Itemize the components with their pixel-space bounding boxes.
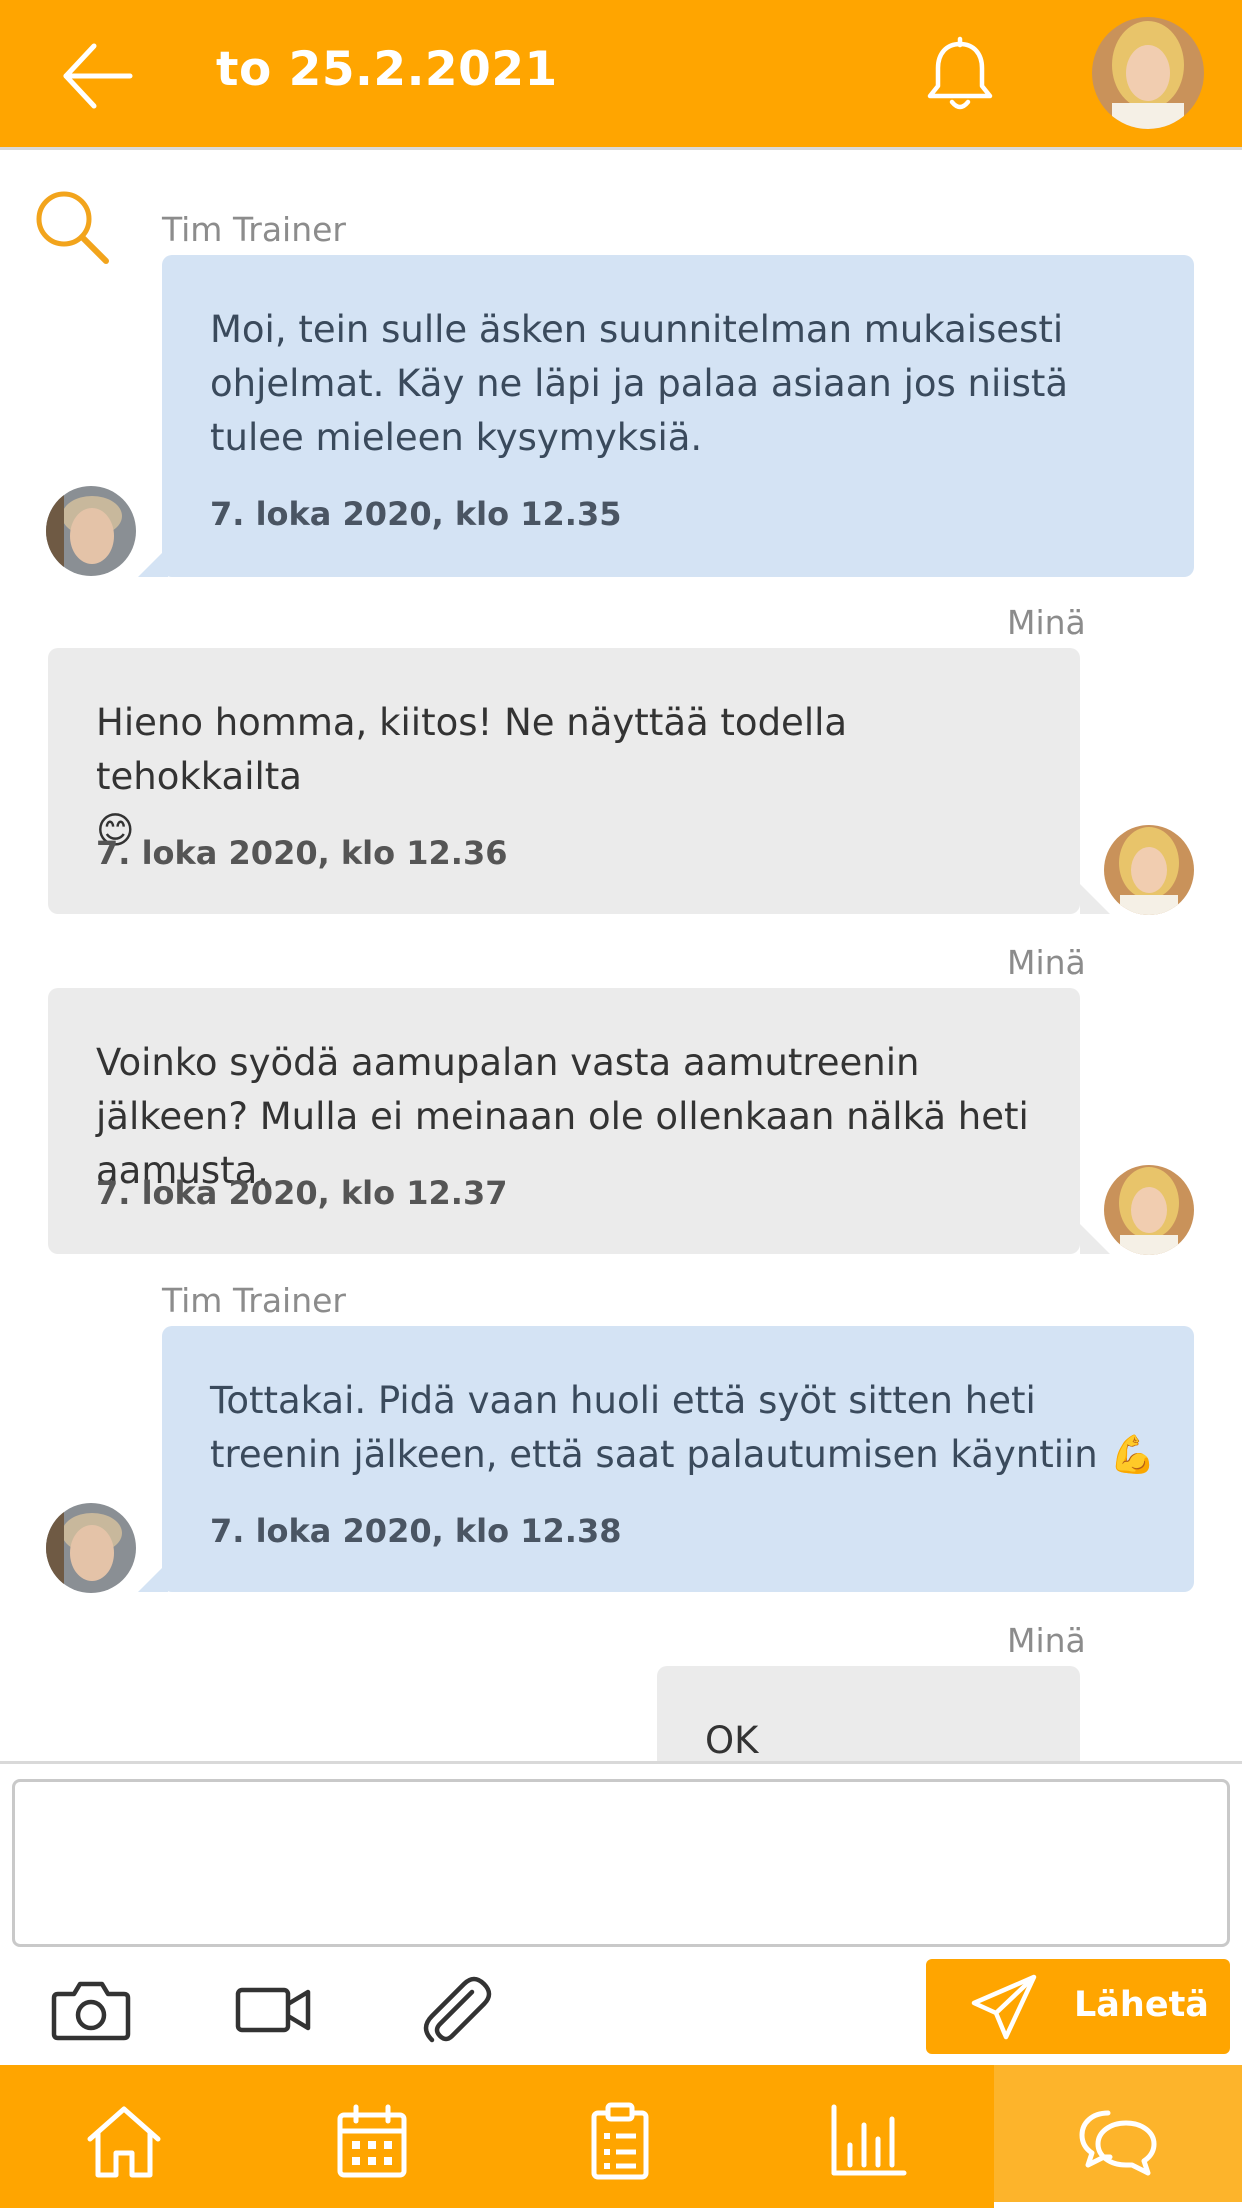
message-input[interactable] <box>12 1779 1230 1947</box>
nav-stats[interactable] <box>744 2065 992 2208</box>
message-bubble-me: Hieno homma, kiitos! Ne näyttää todella … <box>48 648 1080 914</box>
search-icon <box>36 191 109 264</box>
send-button[interactable]: Lähetä <box>926 1959 1230 2054</box>
bubble-tail <box>138 547 168 577</box>
message-bubble-trainer: Tottakai. Pidä vaan huoli että syöt sitt… <box>162 1326 1194 1592</box>
paperclip-icon <box>423 1976 492 2043</box>
nav-tasks[interactable] <box>496 2065 744 2208</box>
message-text: Moi, tein sulle äsken suunnitelman mukai… <box>210 308 1069 459</box>
camera-icon <box>51 1981 131 2041</box>
search-button[interactable] <box>32 187 112 267</box>
bubble-tail <box>1080 1224 1110 1254</box>
flexed-biceps-emoji: 💪 <box>1109 1433 1156 1476</box>
message-timestamp: 7. loka 2020, klo 12.38 <box>210 1512 622 1550</box>
bubble-tail <box>138 1562 168 1592</box>
arrow-left-icon <box>63 43 133 109</box>
page-title: to 25.2.2021 <box>216 42 558 97</box>
nav-calendar[interactable] <box>248 2065 496 2208</box>
message-text: OK <box>705 1719 759 1761</box>
user-avatar-female <box>1104 825 1194 915</box>
bottom-navigation <box>0 2065 1242 2208</box>
trainer-avatar <box>46 486 136 576</box>
nav-home[interactable] <box>0 2065 248 2208</box>
chat-icon <box>1079 2110 1157 2176</box>
video-button[interactable] <box>228 1964 318 2054</box>
message-sender: Minä <box>1007 943 1086 982</box>
send-button-label: Lähetä <box>1074 1985 1209 2025</box>
user-avatar-male <box>46 1503 136 1593</box>
composer: Lähetä <box>0 1761 1242 2065</box>
message-timestamp: 7. loka 2020, klo 12.36 <box>96 834 508 872</box>
message-bubble-me: OK <box>657 1666 1080 1761</box>
message-bubble-trainer: Moi, tein sulle äsken suunnitelman mukai… <box>162 255 1194 577</box>
message-text: Tottakai. Pidä vaan huoli että syöt sitt… <box>210 1379 1156 1476</box>
profile-avatar[interactable] <box>1092 17 1204 129</box>
back-button[interactable] <box>58 36 138 116</box>
my-avatar <box>1104 825 1194 915</box>
my-avatar <box>1104 1165 1194 1255</box>
video-icon <box>235 1987 311 2033</box>
message-timestamp: 7. loka 2020, klo 12.35 <box>210 495 622 533</box>
app-header: to 25.2.2021 <box>0 0 1242 150</box>
paper-plane-icon <box>971 1974 1037 2040</box>
calendar-icon <box>337 2104 407 2178</box>
chat-thread[interactable]: Tim Trainer Moi, tein sulle äsken suunni… <box>0 153 1242 1761</box>
message-bubble-me: Voinko syödä aamupalan vasta aamutreenin… <box>48 988 1080 1254</box>
message-sender: Minä <box>1007 1621 1086 1660</box>
message-sender: Tim Trainer <box>162 210 346 249</box>
message-sender: Tim Trainer <box>162 1281 346 1320</box>
camera-button[interactable] <box>46 1964 136 2054</box>
trainer-avatar <box>46 1503 136 1593</box>
attach-button[interactable] <box>410 1964 500 2054</box>
bar-chart-icon <box>831 2104 907 2176</box>
user-avatar-female <box>1104 1165 1194 1255</box>
clipboard-list-icon <box>591 2102 649 2180</box>
nav-chat[interactable] <box>994 2065 1242 2208</box>
user-avatar-male <box>46 486 136 576</box>
bell-icon <box>927 36 993 110</box>
bubble-tail <box>1080 884 1110 914</box>
message-sender: Minä <box>1007 603 1086 642</box>
notifications-button[interactable] <box>920 36 1000 116</box>
user-avatar-female <box>1092 17 1204 129</box>
home-icon <box>87 2106 161 2178</box>
message-timestamp: 7. loka 2020, klo 12.37 <box>96 1174 508 1212</box>
